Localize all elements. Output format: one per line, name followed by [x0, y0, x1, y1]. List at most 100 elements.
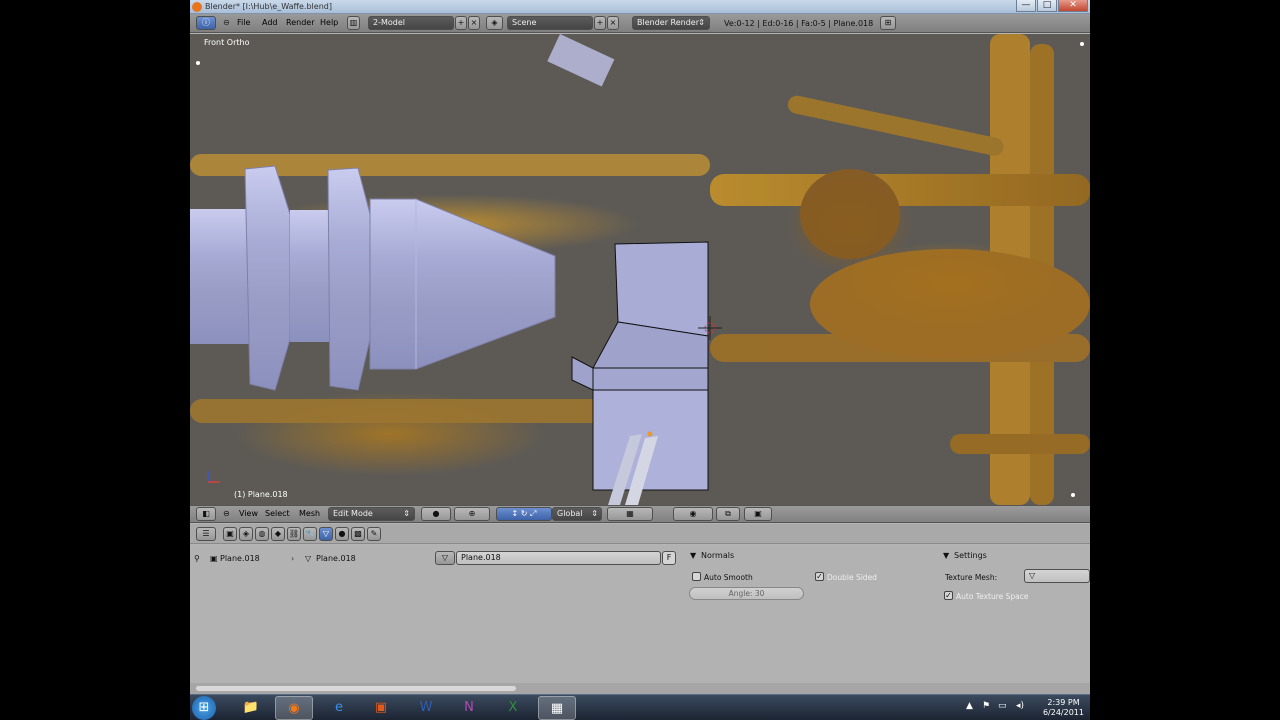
blender-app-icon: [192, 2, 202, 12]
add-scene-icon[interactable]: +: [594, 16, 606, 30]
mesh-data-tab-icon[interactable]: ▽: [319, 527, 333, 541]
pivot-point-icon[interactable]: ⊕: [454, 507, 490, 521]
menu-mesh[interactable]: Mesh: [299, 509, 320, 518]
breadcrumb-object: Plane.018: [220, 554, 260, 563]
editor-type-info-icon[interactable]: ⓘ: [196, 16, 216, 30]
start-button-icon[interactable]: ⊞: [192, 696, 216, 720]
settings-panel-toggle-icon[interactable]: ▼: [943, 551, 949, 560]
fake-user-button[interactable]: F: [662, 551, 676, 565]
view-label: Front Ortho: [204, 38, 250, 47]
render-engine-dropdown[interactable]: Blender Render ⇕: [632, 16, 710, 30]
material-tab-icon[interactable]: ●: [335, 527, 349, 541]
breadcrumb-separator-icon: ›: [291, 554, 295, 563]
double-sided-checkbox[interactable]: ✓: [815, 572, 824, 581]
orientation-dropdown[interactable]: Global ⇕: [552, 507, 602, 521]
menu-help[interactable]: Help: [320, 18, 338, 27]
texture-tab-icon[interactable]: ▩: [351, 527, 365, 541]
horizontal-scrollbar[interactable]: [190, 683, 1090, 694]
clock-time: 2:39 PM: [1047, 698, 1080, 707]
layers-icon[interactable]: ▦: [607, 507, 653, 521]
manipulator-icons[interactable]: ↕ ↻ ⤢: [496, 507, 552, 521]
edited-plane-mesh: [571, 241, 709, 505]
internet-explorer-taskbar-icon[interactable]: e: [320, 696, 358, 720]
menu-render[interactable]: Render: [286, 18, 314, 27]
info-header: ⓘ ⊖ File Add Render Help ▥ 2-Model + × ◈…: [190, 14, 1090, 33]
chevron-updown-icon: ⇕: [403, 509, 410, 518]
scrollbar-thumb[interactable]: [196, 686, 516, 691]
breadcrumb-mesh: Plane.018: [316, 554, 356, 563]
properties-header: ☰ ▣ ◈ ◍ ◆ ⛓ 🔧 ▽ ● ▩ ✎: [190, 524, 1090, 544]
remove-layout-icon[interactable]: ×: [468, 16, 480, 30]
action-center-flag-icon[interactable]: ⚑: [982, 701, 990, 711]
excel-taskbar-icon[interactable]: X: [494, 696, 532, 720]
viewport-corner-right-icon: [1080, 42, 1084, 46]
texture-mesh-field[interactable]: ▽: [1024, 569, 1090, 583]
mode-dropdown[interactable]: Edit Mode ⇕: [328, 507, 415, 521]
modifiers-tab-icon[interactable]: 🔧: [303, 527, 317, 541]
menu-select[interactable]: Select: [265, 509, 290, 518]
viewport-corner-bottom-icon: [1071, 493, 1075, 497]
orientation-value: Global: [557, 509, 583, 518]
settings-panel-title[interactable]: Settings: [954, 551, 987, 560]
scene-icon[interactable]: ◈: [486, 16, 503, 30]
angle-slider[interactable]: Angle: 30: [689, 587, 804, 600]
render-tab-icon[interactable]: ▣: [223, 527, 237, 541]
screenshot-icon[interactable]: ⊞: [880, 16, 896, 30]
barrel-mesh: [190, 165, 556, 391]
3d-viewport[interactable]: Front Ortho (1) Plane.018: [190, 34, 1090, 505]
render-preview-icon[interactable]: ▣: [744, 507, 772, 521]
word-taskbar-icon[interactable]: W: [407, 696, 445, 720]
properties-panel: ⚲ ▣ Plane.018 › ▽ Plane.018 ▽ Plane.018 …: [190, 545, 1090, 683]
network-icon[interactable]: ▭: [998, 701, 1007, 711]
snap-icon[interactable]: ⧉: [716, 507, 740, 521]
tray-expand-icon[interactable]: ▲: [966, 701, 973, 711]
maximize-button[interactable]: □: [1037, 0, 1057, 12]
object-tab-icon[interactable]: ◆: [271, 527, 285, 541]
auto-smooth-checkbox[interactable]: [692, 572, 701, 581]
chevron-updown-icon: ⇕: [698, 18, 705, 27]
viewport-shading-icon[interactable]: ●: [421, 507, 451, 521]
scene-field[interactable]: Scene: [507, 16, 593, 30]
normals-panel-title[interactable]: Normals: [701, 551, 734, 560]
scene-tab-icon[interactable]: ◈: [239, 527, 253, 541]
collapse-menu-icon[interactable]: ⊖: [223, 18, 230, 27]
auto-texture-space-checkbox[interactable]: ✓: [944, 591, 953, 600]
close-button[interactable]: ✕: [1058, 0, 1088, 12]
volume-icon[interactable]: ◂): [1016, 701, 1024, 711]
powerpoint-taskbar-icon[interactable]: ▣: [362, 696, 400, 720]
breadcrumb-mesh-icon: ▽: [305, 554, 312, 563]
constraints-tab-icon[interactable]: ⛓: [287, 527, 301, 541]
menu-add[interactable]: Add: [262, 18, 278, 27]
clock-date: 6/24/2011: [1042, 708, 1084, 717]
view3d-header: ◧ ⊖ View Select Mesh Edit Mode ⇕ ● ⊕ ↕ ↻…: [190, 505, 1090, 523]
screen-layout-field[interactable]: 2-Model: [368, 16, 454, 30]
normals-panel-toggle-icon[interactable]: ▼: [690, 551, 696, 560]
mesh-name-field[interactable]: Plane.018: [456, 551, 661, 565]
minimize-button[interactable]: —: [1016, 0, 1036, 12]
screen-layout-icon[interactable]: ▥: [347, 16, 360, 30]
breadcrumb-object-icon: ▣: [210, 554, 218, 563]
menu-file[interactable]: File: [237, 18, 250, 27]
world-tab-icon[interactable]: ◍: [255, 527, 269, 541]
pin-icon[interactable]: ⚲: [194, 554, 200, 563]
window-title: Blender* [I:\Hub\e_Waffe.blend]: [205, 2, 332, 11]
menu-view[interactable]: View: [239, 509, 258, 518]
explorer-taskbar-icon[interactable]: 📁: [232, 696, 270, 720]
physics-tab-icon[interactable]: ✎: [367, 527, 381, 541]
taskbar-clock[interactable]: 2:39 PM 6/24/2011: [1043, 698, 1084, 718]
viewport-corner-left-icon: [196, 61, 200, 65]
editor-type-properties-icon[interactable]: ☰: [196, 527, 216, 541]
auto-smooth-label: Auto Smooth: [704, 573, 753, 582]
recorder-taskbar-icon[interactable]: ▦: [538, 696, 576, 720]
onenote-taskbar-icon[interactable]: N: [450, 696, 488, 720]
blender-taskbar-icon[interactable]: ◉: [275, 696, 313, 720]
remove-scene-icon[interactable]: ×: [607, 16, 619, 30]
collapse-header-icon[interactable]: ⊖: [223, 509, 230, 518]
add-layout-icon[interactable]: +: [455, 16, 467, 30]
mode-value: Edit Mode: [333, 509, 373, 518]
chevron-updown-icon: ⇕: [591, 509, 598, 518]
auto-texture-space-label: Auto Texture Space: [956, 592, 1029, 601]
mesh-browse-icon[interactable]: ▽: [435, 551, 455, 565]
editor-type-3dview-icon[interactable]: ◧: [196, 507, 216, 521]
proportional-edit-icon[interactable]: ◉: [673, 507, 713, 521]
